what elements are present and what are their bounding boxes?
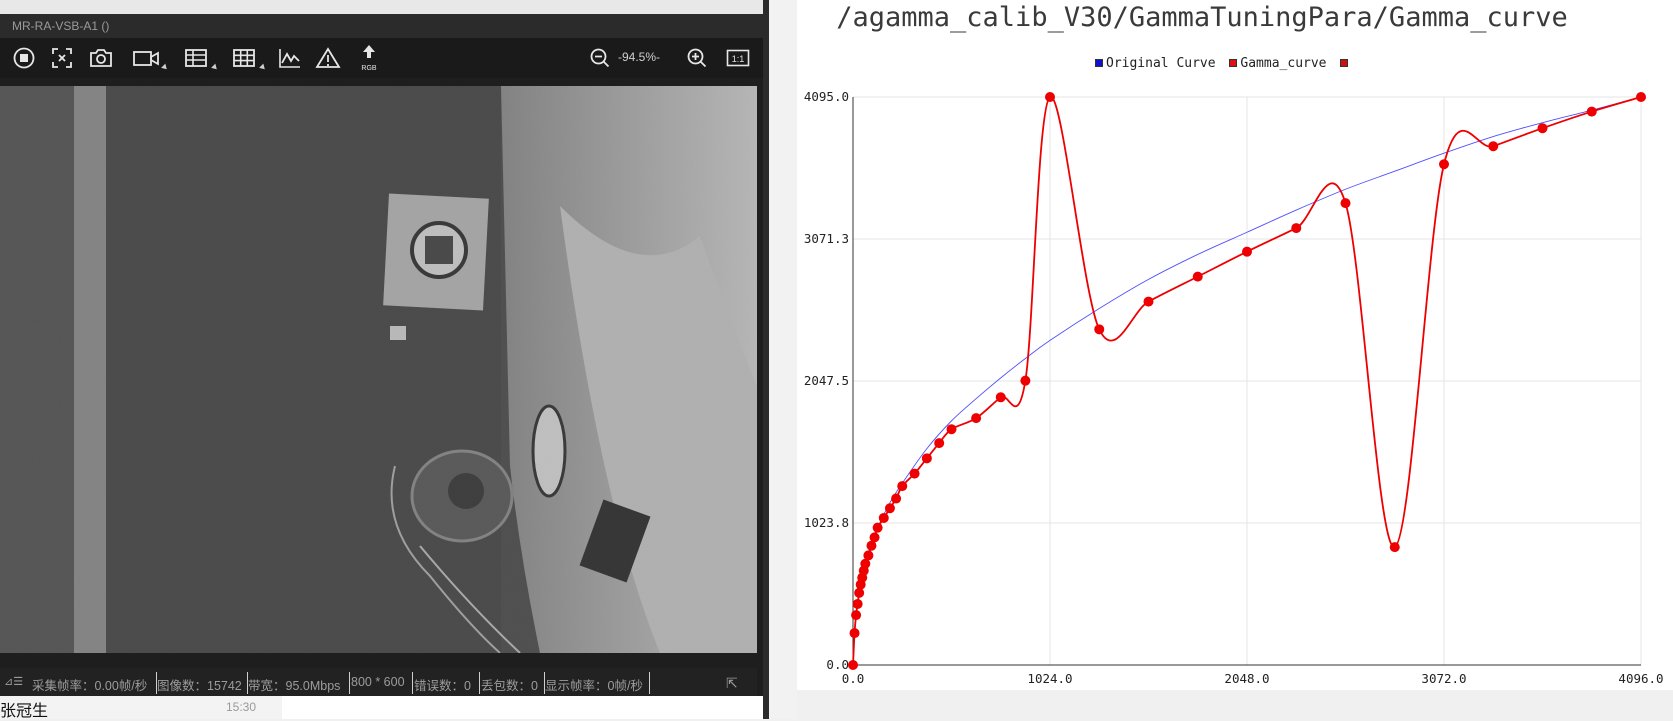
gamma-point	[1340, 198, 1351, 209]
y-tick-label: 4095.0	[804, 89, 849, 104]
gamma-point	[1291, 223, 1302, 234]
gamma-point	[934, 438, 945, 449]
gamma-point	[1586, 106, 1597, 117]
rgb-button[interactable]: RGB	[353, 42, 385, 74]
warning-icon	[315, 47, 341, 68]
histogram-icon	[279, 49, 300, 68]
top-strip	[0, 0, 763, 14]
gamma-point	[863, 550, 874, 561]
actual-size-button[interactable]: 1:1	[722, 42, 754, 74]
x-tick-label: 1024.0	[1027, 671, 1072, 686]
gamma-point	[891, 493, 902, 504]
gamma-point	[884, 503, 895, 514]
gamma-point	[1488, 141, 1499, 152]
camera-viewer-window: MR-RA-VSB-A1 () RGB 1:1 -94.5%- ⊿☰ 采集帧率：…	[0, 0, 763, 720]
gamma-chart-panel: /agamma_calib_V30/GammaTuningPara/Gamma_…	[797, 0, 1673, 690]
chart-plot[interactable]: 0.0 1024.0 2048.0 3072.0 4096.0 0.0 1023.8 2047…	[797, 0, 1673, 690]
chat-time: 15:30	[226, 700, 257, 714]
viewer-window-title: MR-RA-VSB-A1 ()	[0, 14, 763, 38]
snapshot-button[interactable]	[85, 42, 117, 74]
bandwidth: 带宽：95.0Mbps	[248, 679, 341, 693]
resolution: 800 * 600	[351, 675, 405, 689]
y-tick-label: 1023.8	[804, 515, 849, 530]
image-count: 图像数：15742	[157, 679, 242, 693]
gamma-point	[849, 628, 860, 639]
actual-size-icon: 1:1	[726, 49, 750, 67]
x-tick-label: 0.0	[842, 671, 865, 686]
gamma-point	[897, 481, 908, 492]
gamma-point	[848, 660, 858, 670]
display-fps: 显示帧率：0帧/秒	[545, 679, 643, 693]
gamma-point	[1020, 375, 1031, 386]
statusbar-menu-icon[interactable]: ⊿☰	[4, 675, 23, 688]
zoom-out-icon	[590, 48, 610, 68]
error-count: 错误数：0	[414, 679, 471, 693]
gamma-point	[851, 610, 862, 621]
gamma-point	[854, 587, 865, 598]
gamma-point	[852, 598, 863, 609]
gamma-point	[1192, 271, 1203, 282]
capture-fps: 采集帧率：0.00帧/秒	[32, 679, 148, 693]
gamma-point	[872, 522, 883, 533]
gamma-point	[1094, 324, 1105, 335]
gamma-point	[1045, 92, 1055, 102]
gamma-point	[878, 512, 889, 523]
gamma-point	[1389, 542, 1400, 553]
gamma-point	[1537, 123, 1548, 134]
gamma-point	[1143, 296, 1154, 307]
camera-icon	[90, 49, 112, 67]
zoom-out-button[interactable]	[584, 42, 616, 74]
gamma-point	[1242, 246, 1252, 257]
stop-icon	[13, 47, 35, 69]
zoom-level: -94.5%-	[618, 50, 661, 64]
chat-list-item[interactable]: 张冠生 15:30	[0, 696, 282, 720]
gamma-point	[921, 453, 932, 464]
x-tick-label: 2048.0	[1224, 671, 1269, 686]
viewer-statusbar: ⊿☰ 采集帧率：0.00帧/秒 图像数：15742 带宽：95.0Mbps 80…	[0, 668, 757, 696]
rgb-upload-icon: RGB	[361, 45, 377, 72]
record-button[interactable]	[126, 42, 169, 74]
chat-contact-name: 张冠生	[0, 703, 49, 720]
grid-icon	[233, 49, 255, 67]
grid-button[interactable]	[224, 42, 267, 74]
y-tick-label: 2047.5	[804, 373, 849, 388]
warning-button[interactable]	[312, 42, 344, 74]
zoom-in-icon	[687, 48, 707, 68]
gamma-point	[869, 532, 880, 543]
table-icon	[185, 49, 207, 67]
x-tick-label: 4096.0	[1618, 671, 1663, 686]
gamma-point	[1636, 92, 1646, 102]
x-tick-label: 3072.0	[1421, 671, 1466, 686]
fit-selection-icon	[52, 48, 72, 68]
stop-button[interactable]	[8, 42, 40, 74]
video-icon	[133, 51, 159, 66]
y-tick-label: 0.0	[826, 657, 849, 672]
zoom-in-button[interactable]	[681, 42, 713, 74]
y-tick-label: 3071.3	[804, 231, 849, 246]
gamma-point	[971, 413, 982, 424]
gamma-point	[1439, 159, 1449, 170]
gamma-point	[995, 392, 1006, 403]
rgb-label: RGB	[361, 65, 377, 72]
chat-strip: 张冠生 15:30	[0, 696, 763, 720]
fit-selection-button[interactable]	[46, 42, 78, 74]
lost-packets: 丢包数：0	[481, 679, 538, 693]
camera-image[interactable]	[0, 86, 757, 653]
gamma-point	[946, 424, 957, 435]
actual-size-label: 1:1	[732, 54, 745, 64]
desktop-gap	[769, 0, 797, 719]
table-button[interactable]	[176, 42, 219, 74]
gamma-point	[909, 468, 920, 479]
collapse-arrow-icon[interactable]: ⇱	[726, 675, 738, 692]
histogram-button[interactable]	[274, 42, 306, 74]
